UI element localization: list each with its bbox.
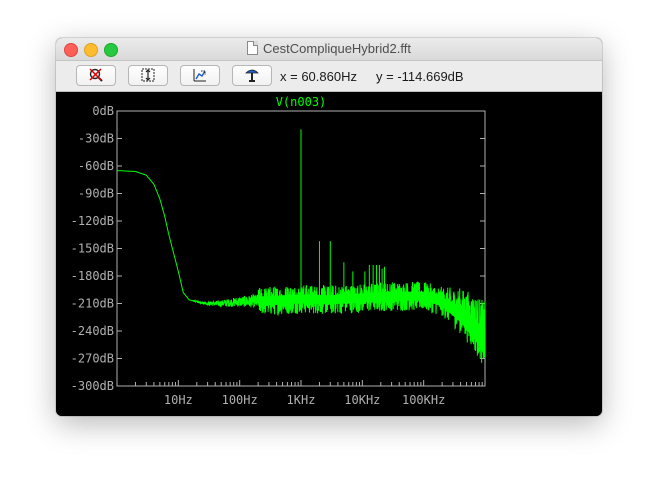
fft-plot-area[interactable]: V(n003) 0dB -30dB -60dB -90dB -120dB -150dB -18… bbox=[56, 92, 602, 416]
y-tick-label: -90dB bbox=[78, 187, 114, 201]
title-bar[interactable]: CestCompliqueHybrid2.fft bbox=[56, 38, 602, 61]
autorange-icon bbox=[141, 68, 155, 82]
magnifier-cancel-icon bbox=[89, 68, 103, 82]
y-tick-label: 0dB bbox=[92, 104, 114, 118]
window-title-text: CestCompliqueHybrid2.fft bbox=[263, 41, 411, 56]
zoom-cancel-button[interactable] bbox=[76, 65, 116, 86]
fft-chart[interactable]: V(n003) 0dB -30dB -60dB -90dB -120dB -150dB -18… bbox=[56, 92, 602, 416]
y-tick-label: -300dB bbox=[71, 379, 114, 393]
autorange-button[interactable] bbox=[128, 65, 168, 86]
x-tick-label: 1KHz bbox=[287, 393, 316, 407]
x-tick-label: 10Hz bbox=[164, 393, 193, 407]
y-tick-label: -120dB bbox=[71, 214, 114, 228]
x-tick-label: 100Hz bbox=[222, 393, 258, 407]
y-tick-label: -240dB bbox=[71, 324, 114, 338]
y-tick-label: -150dB bbox=[71, 242, 114, 256]
chart-title: V(n003) bbox=[276, 95, 327, 109]
y-tick-label: -180dB bbox=[71, 269, 114, 283]
y-tick-label: -210dB bbox=[71, 297, 114, 311]
x-tick-label: 100KHz bbox=[402, 393, 445, 407]
zoom-back-button[interactable] bbox=[180, 65, 220, 86]
pan-hand-icon bbox=[245, 69, 259, 82]
y-coordinate-readout: y = -114.669dB bbox=[376, 69, 464, 84]
zoom-back-icon bbox=[193, 69, 206, 82]
y-tick-label: -60dB bbox=[78, 159, 114, 173]
y-tick-label: -30dB bbox=[78, 132, 114, 146]
x-coordinate-readout: x = 60.860Hz bbox=[280, 69, 357, 84]
window-title: CestCompliqueHybrid2.fft bbox=[56, 41, 602, 56]
y-tick-label: -270dB bbox=[71, 352, 114, 366]
plot-toolbar: x = 60.860Hz y = -114.669dB bbox=[56, 61, 602, 92]
document-icon bbox=[247, 41, 259, 55]
ltspice-fft-window: CestCompliqueHybrid2.fft x = 60.860Hz y … bbox=[56, 38, 602, 416]
x-tick-label: 10KHz bbox=[344, 393, 380, 407]
pan-button[interactable] bbox=[232, 65, 272, 86]
